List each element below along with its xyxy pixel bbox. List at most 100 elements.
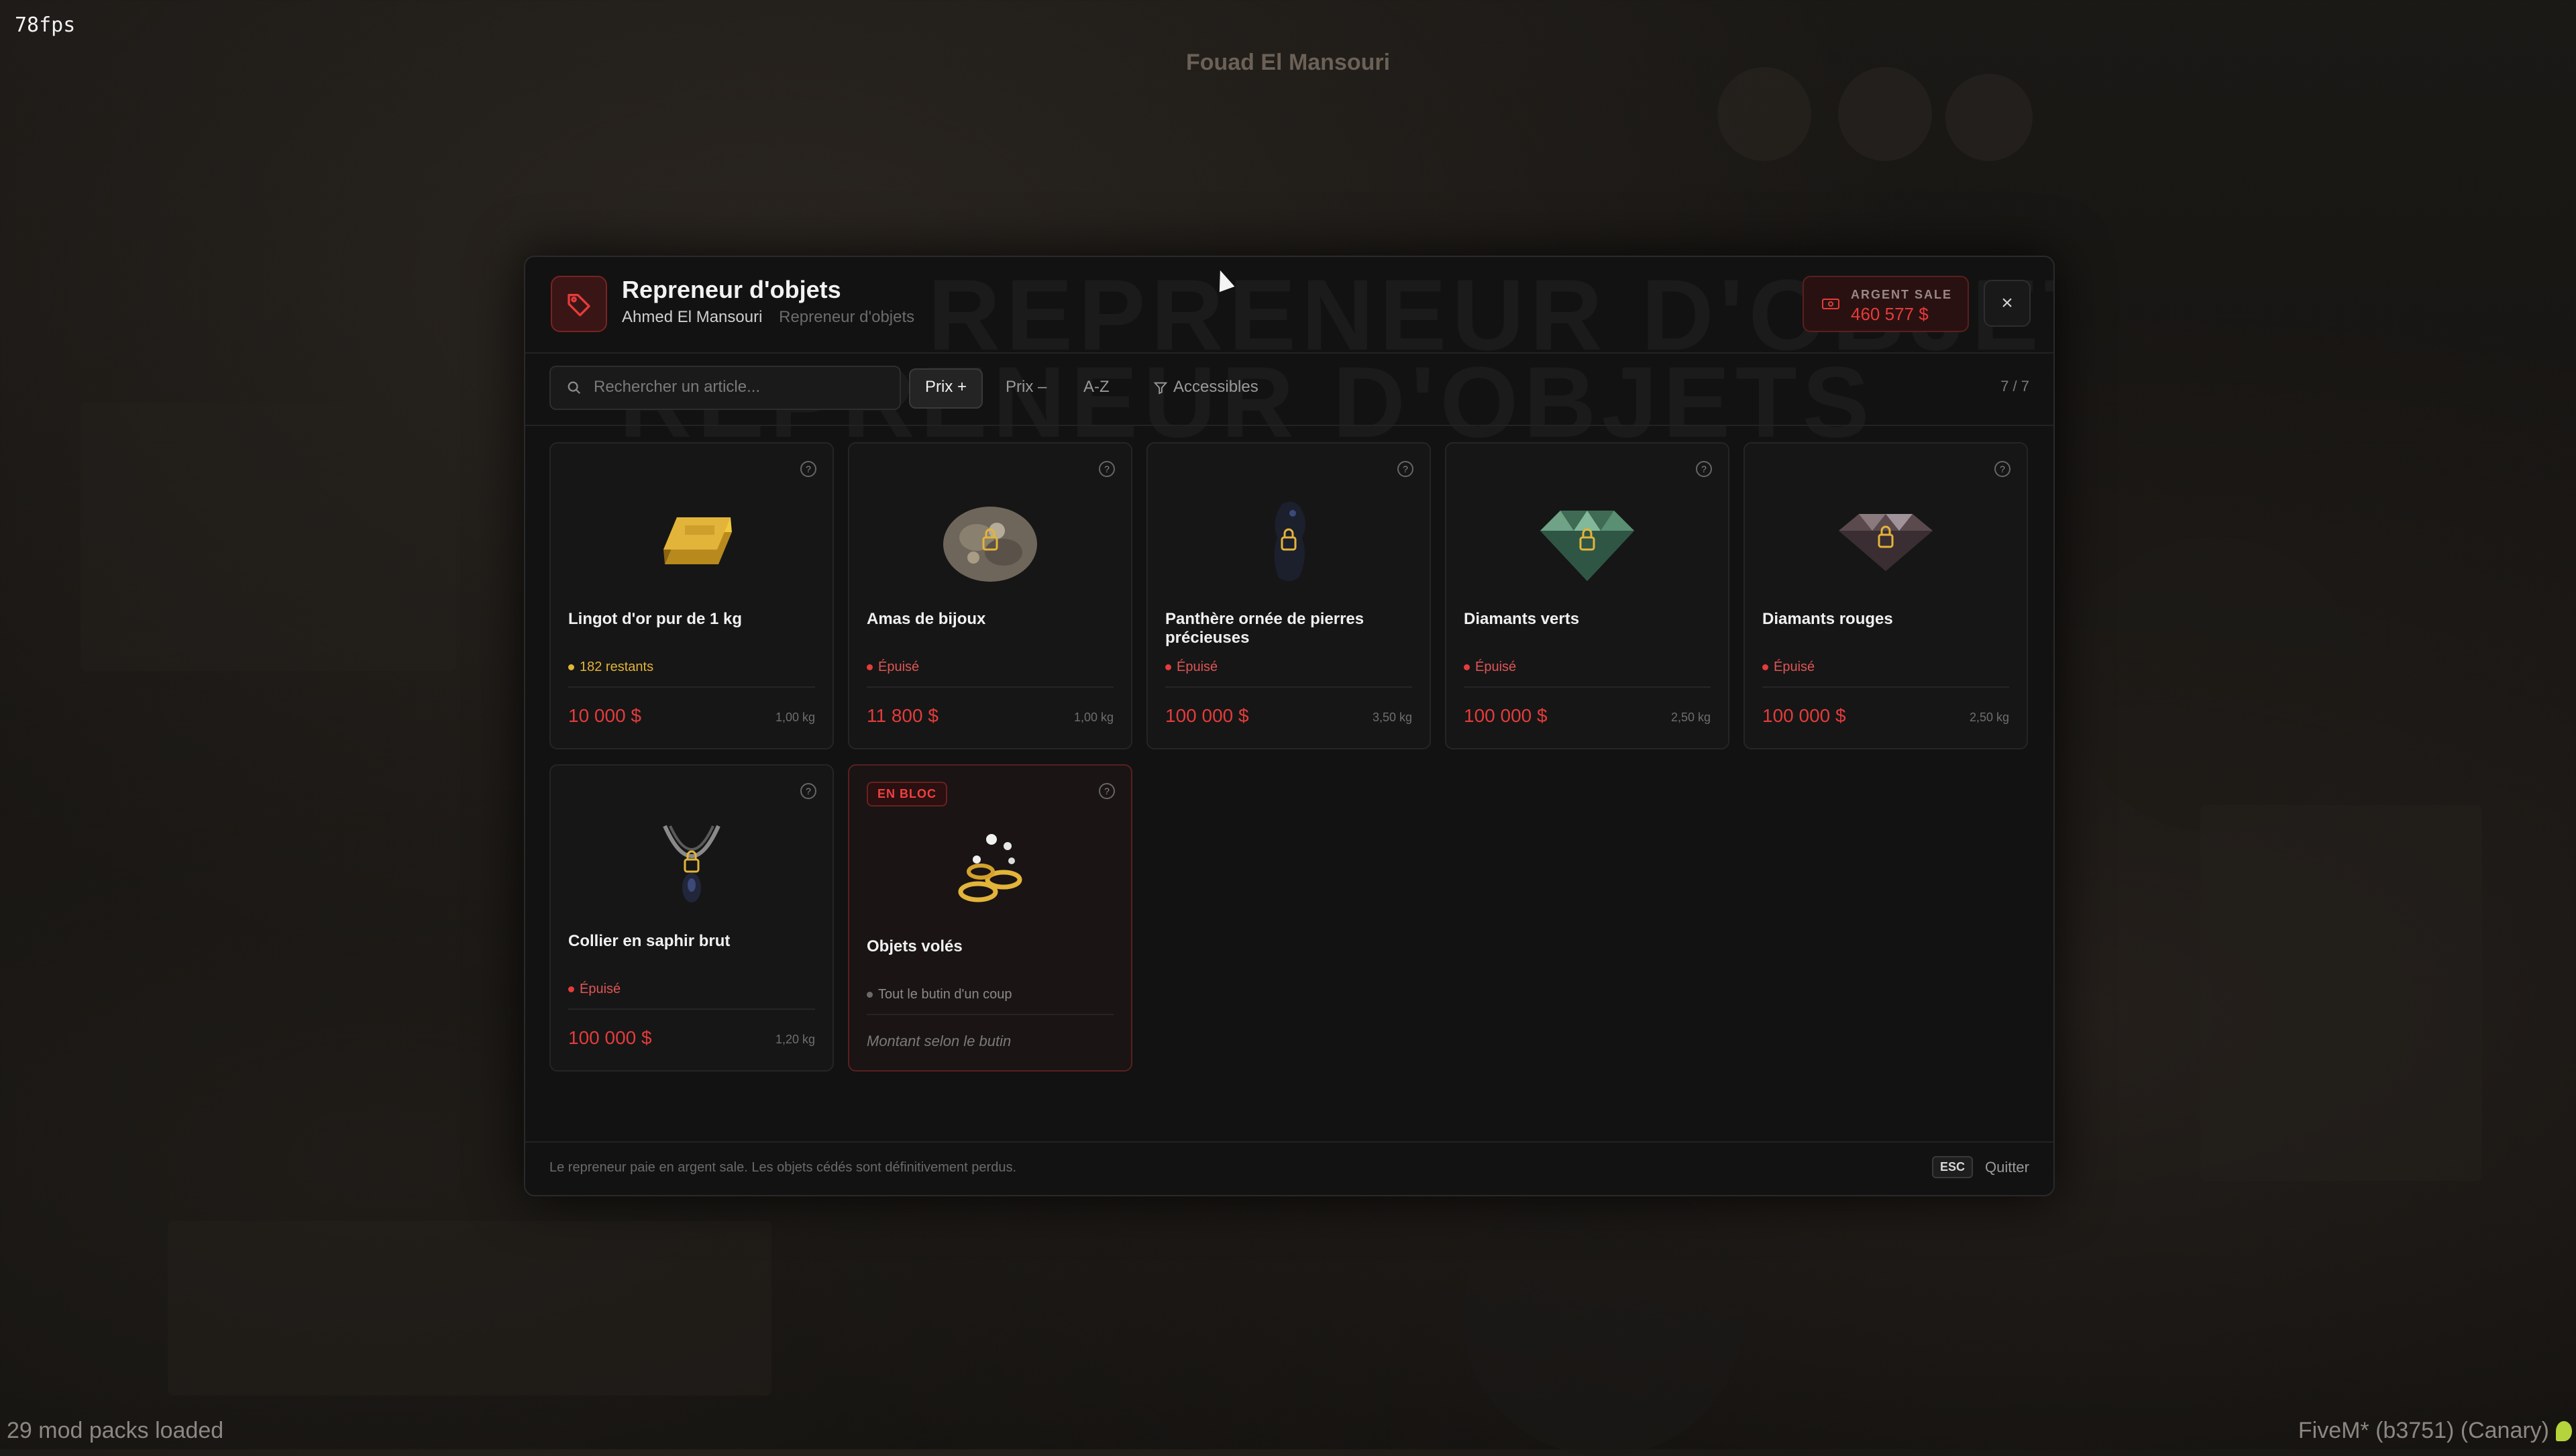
item-status-text: Épuisé bbox=[878, 660, 920, 674]
item-price: 11 800 $ bbox=[867, 705, 938, 726]
item-status-text: Épuisé bbox=[580, 982, 621, 996]
help-icon[interactable]: ? bbox=[1696, 461, 1712, 477]
item-price: 100 000 $ bbox=[568, 1027, 652, 1048]
help-icon[interactable]: ? bbox=[800, 783, 816, 799]
item-weight: 1,00 kg bbox=[1073, 711, 1114, 724]
panther-statue-icon bbox=[1148, 484, 1430, 598]
modal-footer: Le repreneur paie en argent sale. Les ob… bbox=[525, 1141, 2053, 1195]
money-value: 460 577 $ bbox=[1851, 304, 1929, 324]
esc-key[interactable]: ESC bbox=[1931, 1156, 1973, 1178]
item-name: Panthère ornée de pierres précieuses bbox=[1165, 610, 1364, 647]
item-status-text: Épuisé bbox=[1774, 660, 1815, 674]
cash-icon bbox=[1822, 299, 1839, 309]
item-count: 7 / 7 bbox=[2000, 378, 2029, 395]
quit-button[interactable]: Quitter bbox=[1985, 1159, 2029, 1176]
player-name: Fouad El Mansouri bbox=[1185, 50, 1391, 75]
help-icon[interactable]: ? bbox=[1099, 783, 1115, 799]
mods-loaded: 29 mod packs loaded bbox=[7, 1418, 224, 1443]
buyer-modal: REPRENEUR D'OBJETS REPRENEUR D'OBJETS Re… bbox=[524, 256, 2055, 1196]
rings-icon bbox=[849, 813, 1131, 927]
item-stock: Tout le butin d'un coup bbox=[867, 987, 1012, 1002]
dirty-money-balance: ARGENT SALE 460 577 $ bbox=[1803, 276, 1969, 332]
item-status-text: Épuisé bbox=[1475, 660, 1517, 674]
filter-icon bbox=[1153, 382, 1168, 395]
search-input[interactable] bbox=[592, 367, 890, 407]
item-card[interactable]: ? Lingot d'or pur de 1 kg 182 restants 1… bbox=[549, 442, 834, 749]
item-card[interactable]: ? Diamants verts Épuisé 100 000 $ 2,50 k… bbox=[1445, 442, 1729, 749]
item-weight: 2,50 kg bbox=[1670, 711, 1711, 724]
bg-wheel bbox=[2066, 537, 2361, 832]
sort-price-asc-button[interactable]: Prix + bbox=[909, 368, 983, 409]
item-weight: 1,00 kg bbox=[775, 711, 815, 724]
jewels-icon bbox=[849, 484, 1131, 598]
green-diamond-icon bbox=[1446, 484, 1728, 598]
search-box[interactable] bbox=[549, 366, 901, 410]
item-status-text: Tout le butin d'un coup bbox=[878, 987, 1012, 1002]
filter-accessible-label: Accessibles bbox=[1173, 378, 1258, 396]
bg-skull bbox=[1717, 67, 1811, 161]
npc-name: Ahmed El Mansouri bbox=[622, 308, 763, 326]
footer-note: Le repreneur paie en argent sale. Les ob… bbox=[549, 1160, 1016, 1175]
item-name: Diamants verts bbox=[1464, 610, 1580, 628]
item-name: Amas de bijoux bbox=[867, 610, 986, 628]
build-info: FiveM* (b3751) (Canary) bbox=[2298, 1418, 2549, 1443]
item-price: 10 000 $ bbox=[568, 705, 641, 726]
red-diamond-icon bbox=[1745, 484, 2027, 598]
item-stock: Épuisé bbox=[1165, 660, 1218, 675]
item-price: 100 000 $ bbox=[1464, 705, 1548, 726]
filter-accessible-button[interactable]: Accessibles bbox=[1138, 368, 1273, 406]
bulk-badge: EN BLOC bbox=[867, 782, 947, 807]
item-stock: Épuisé bbox=[867, 660, 919, 675]
divider bbox=[1762, 686, 2009, 688]
item-card[interactable]: ? Diamants rouges Épuisé 100 000 $ 2,50 … bbox=[1743, 442, 2028, 749]
money-label: ARGENT SALE bbox=[1851, 288, 1953, 301]
item-weight: 3,50 kg bbox=[1372, 711, 1412, 724]
fivem-logo-icon bbox=[2556, 1421, 2572, 1441]
item-weight: 2,50 kg bbox=[1969, 711, 2009, 724]
divider bbox=[867, 1014, 1114, 1015]
item-price: 100 000 $ bbox=[1165, 705, 1249, 726]
close-button[interactable]: × bbox=[1984, 280, 2031, 327]
close-icon: × bbox=[2001, 292, 2013, 314]
toolbar: Prix + Prix – A-Z Accessibles 7 / 7 bbox=[525, 352, 2053, 426]
item-card[interactable]: ? Amas de bijoux Épuisé 11 800 $ 1,00 kg bbox=[848, 442, 1132, 749]
item-stock: Épuisé bbox=[1464, 660, 1516, 675]
gold-bar-icon bbox=[551, 484, 833, 598]
help-icon[interactable]: ? bbox=[1397, 461, 1413, 477]
bg-crate bbox=[168, 1221, 771, 1396]
item-weight: 1,20 kg bbox=[775, 1033, 815, 1046]
help-icon[interactable]: ? bbox=[800, 461, 816, 477]
tag-icon bbox=[551, 276, 607, 332]
bg-crate bbox=[2200, 805, 2482, 1181]
item-card[interactable]: ? Collier en saphir brut Épuisé 100 000 … bbox=[549, 764, 834, 1072]
item-name: Objets volés bbox=[867, 937, 963, 955]
bg-crate bbox=[80, 403, 456, 671]
item-status-text: 182 restants bbox=[580, 660, 654, 674]
help-icon[interactable]: ? bbox=[1099, 461, 1115, 477]
sort-az-button[interactable]: A-Z bbox=[1069, 368, 1124, 406]
item-status-text: Épuisé bbox=[1177, 660, 1218, 674]
bg-skull bbox=[1945, 74, 2033, 161]
sort-price-desc-button[interactable]: Prix – bbox=[991, 368, 1061, 406]
modal-subtitle: Ahmed El Mansouri Repreneur d'objets bbox=[622, 308, 914, 327]
divider bbox=[568, 1008, 815, 1010]
divider bbox=[568, 686, 815, 688]
modal-title: Repreneur d'objets bbox=[622, 276, 841, 303]
item-stock: 182 restants bbox=[568, 660, 653, 675]
divider bbox=[1165, 686, 1412, 688]
help-icon[interactable]: ? bbox=[1994, 461, 2010, 477]
divider bbox=[1464, 686, 1711, 688]
search-icon bbox=[568, 381, 581, 395]
item-price: 100 000 $ bbox=[1762, 705, 1846, 726]
item-name: Collier en saphir brut bbox=[568, 932, 731, 950]
item-card[interactable]: ? Panthère ornée de pierres précieuses É… bbox=[1146, 442, 1431, 749]
item-name: Lingot d'or pur de 1 kg bbox=[568, 610, 743, 628]
item-stock: Épuisé bbox=[1762, 660, 1815, 675]
bg-wheel bbox=[1462, 1174, 1744, 1456]
item-name: Diamants rouges bbox=[1762, 610, 1893, 628]
modal-header: Repreneur d'objets Ahmed El Mansouri Rep… bbox=[525, 257, 2053, 354]
item-stock: Épuisé bbox=[568, 982, 621, 997]
bulk-item-card[interactable]: EN BLOC ? Objets volés Tout le butin d'u… bbox=[848, 764, 1132, 1072]
npc-role: Repreneur d'objets bbox=[779, 308, 915, 326]
divider bbox=[867, 686, 1114, 688]
